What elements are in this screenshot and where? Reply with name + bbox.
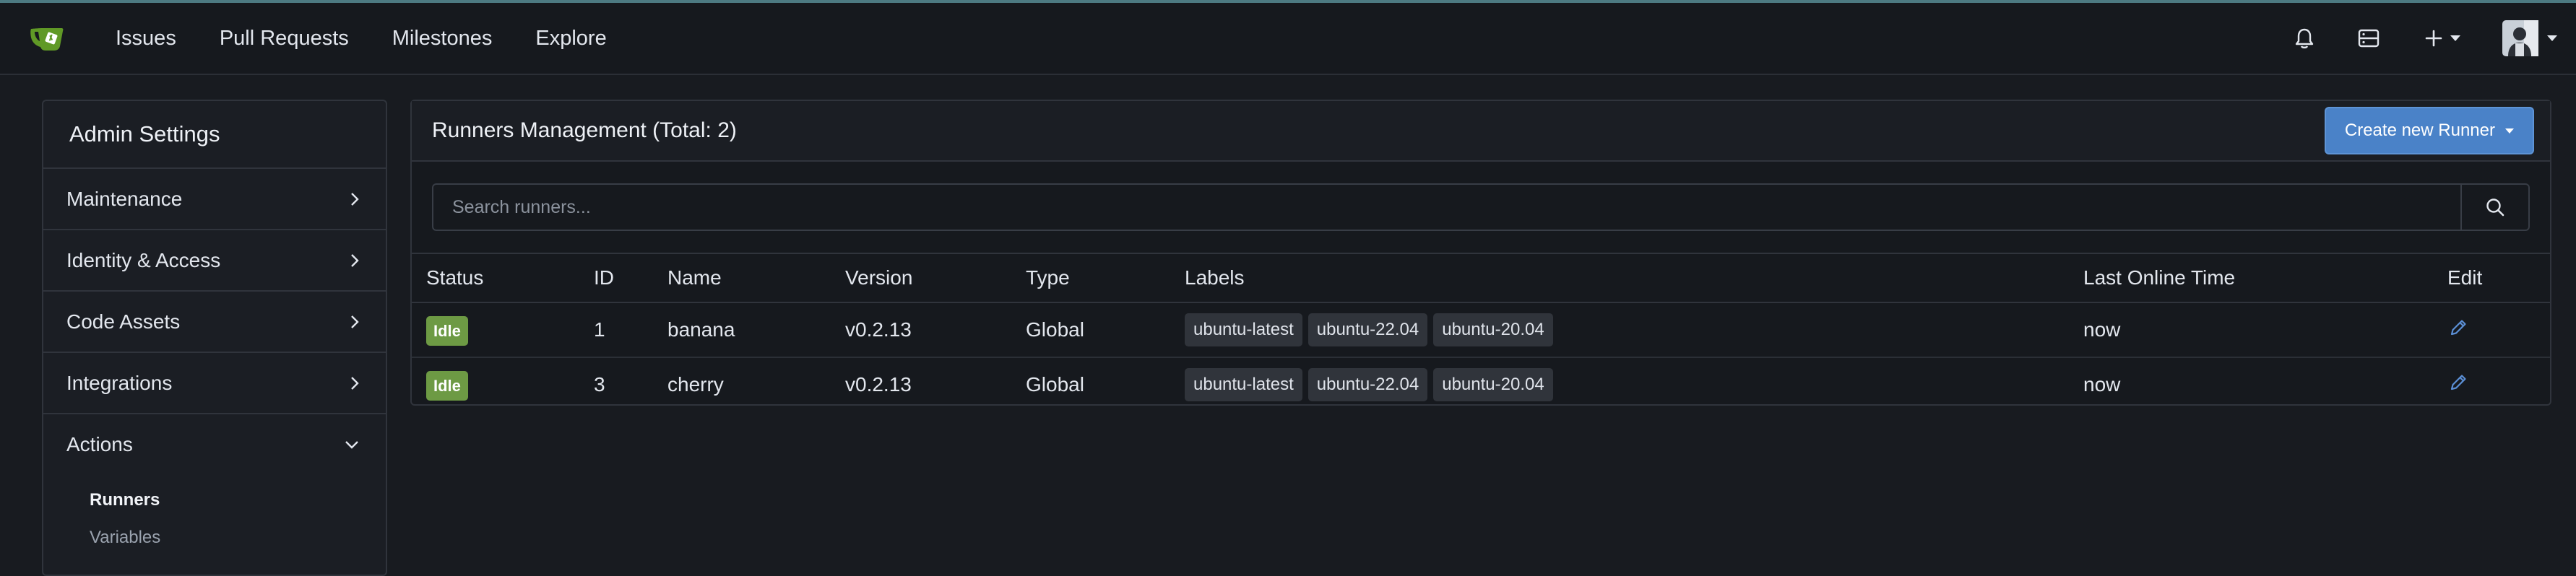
- search-input[interactable]: [433, 185, 2460, 230]
- version-cell: v0.2.13: [845, 373, 912, 396]
- label-tag: ubuntu-20.04: [1433, 368, 1553, 401]
- runners-table: Status ID Name Version Type Labels Last …: [412, 254, 2550, 411]
- col-status[interactable]: Status: [412, 254, 593, 303]
- pencil-icon: [2450, 374, 2466, 390]
- edit-cell: [2447, 302, 2550, 358]
- name-cell: cherry: [667, 373, 724, 396]
- chevron-down-icon: [2505, 128, 2514, 134]
- panel-header: Runners Management (Total: 2) Create new…: [412, 101, 2550, 162]
- labels-cell: ubuntu-latest ubuntu-22.04 ubuntu-20.04: [1184, 302, 2083, 358]
- sidebar-item-actions[interactable]: Actions: [43, 414, 386, 474]
- col-version[interactable]: Version: [844, 254, 1025, 303]
- sidebar-subitem-runners[interactable]: Runners: [43, 481, 386, 519]
- nav-milestones[interactable]: Milestones: [392, 27, 493, 51]
- col-edit: Edit: [2447, 254, 2550, 303]
- create-runner-label: Create new Runner: [2344, 121, 2495, 140]
- sidebar-item-maintenance[interactable]: Maintenance: [43, 169, 386, 230]
- label-tag: ubuntu-latest: [1185, 313, 1302, 346]
- label-tag: ubuntu-latest: [1185, 368, 1302, 401]
- chevron-down-icon: [2547, 35, 2557, 41]
- avatar[interactable]: [2502, 20, 2557, 56]
- col-id[interactable]: ID: [593, 254, 667, 303]
- search-row: [412, 162, 2550, 254]
- top-navbar: Issues Pull Requests Milestones Explore: [0, 3, 2576, 75]
- nav-issues[interactable]: Issues: [116, 27, 176, 51]
- gitea-logo-icon[interactable]: [27, 20, 72, 56]
- sidebar-item-label: Integrations: [66, 371, 173, 394]
- label-tag: ubuntu-22.04: [1308, 368, 1428, 401]
- sidebar-title: Admin Settings: [43, 101, 386, 169]
- edit-cell: [2447, 357, 2550, 411]
- id-cell: 3: [594, 373, 605, 396]
- status-badge: Idle: [426, 316, 468, 346]
- chevron-right-icon: [351, 315, 359, 328]
- sidebar-item-label: Code Assets: [66, 310, 181, 333]
- server-icon[interactable]: [2358, 28, 2380, 48]
- plus-icon[interactable]: [2424, 29, 2460, 48]
- table-header-row: Status ID Name Version Type Labels Last …: [412, 254, 2550, 303]
- status-badge: Idle: [426, 371, 468, 401]
- chevron-right-icon: [351, 376, 359, 390]
- version-cell: v0.2.13: [844, 302, 1025, 358]
- table-row: Idle 1 banana v0.2.13 Global ubuntu-late…: [412, 302, 2550, 358]
- sidebar-item-integrations[interactable]: Integrations: [43, 353, 386, 414]
- col-labels: Labels: [1184, 254, 2083, 303]
- last-online-cell: now: [2083, 373, 2121, 396]
- edit-runner-button[interactable]: [2447, 372, 2469, 393]
- search-icon: [2486, 198, 2504, 217]
- last-online-cell: now: [2083, 302, 2447, 358]
- id-cell: 1: [593, 302, 667, 358]
- sidebar-item-identity-access[interactable]: Identity & Access: [43, 230, 386, 292]
- name-cell: banana: [667, 302, 844, 358]
- chevron-down-icon: [2450, 35, 2460, 41]
- col-type[interactable]: Type: [1025, 254, 1184, 303]
- search-box: [432, 183, 2530, 231]
- label-tag: ubuntu-22.04: [1308, 313, 1428, 346]
- nav-explore[interactable]: Explore: [535, 27, 606, 51]
- sidebar-item-label: Identity & Access: [66, 248, 221, 271]
- labels-cell: ubuntu-latest ubuntu-22.04 ubuntu-20.04: [1184, 357, 2083, 411]
- sidebar-item-label: Actions: [66, 432, 133, 455]
- status-cell: Idle: [412, 302, 593, 358]
- admin-sidebar: Admin Settings Maintenance Identity & Ac…: [42, 100, 387, 576]
- bell-icon[interactable]: [2294, 27, 2314, 49]
- search-button[interactable]: [2460, 185, 2528, 230]
- status-cell: Idle: [412, 357, 593, 411]
- col-last-online[interactable]: Last Online Time: [2083, 254, 2447, 303]
- sidebar-item-label: Maintenance: [66, 187, 183, 210]
- chevron-down-icon: [345, 440, 358, 449]
- type-cell: Global: [1026, 373, 1084, 396]
- edit-runner-button[interactable]: [2447, 317, 2469, 339]
- create-runner-button[interactable]: Create new Runner: [2324, 107, 2534, 154]
- chevron-right-icon: [351, 192, 359, 206]
- sidebar-item-code-assets[interactable]: Code Assets: [43, 292, 386, 353]
- page-title: Runners Management (Total: 2): [432, 118, 737, 142]
- chevron-right-icon: [351, 253, 359, 267]
- col-name[interactable]: Name: [667, 254, 844, 303]
- pencil-icon: [2450, 319, 2466, 335]
- table-row: Idle 3 cherry v0.2.13 Global ubuntu-late…: [412, 357, 2550, 411]
- runners-panel: Runners Management (Total: 2) Create new…: [410, 100, 2551, 406]
- nav-pull-requests[interactable]: Pull Requests: [220, 27, 349, 51]
- sidebar-subitem-variables[interactable]: Variables: [43, 519, 386, 557]
- type-cell: Global: [1025, 302, 1184, 358]
- label-tag: ubuntu-20.04: [1433, 313, 1553, 346]
